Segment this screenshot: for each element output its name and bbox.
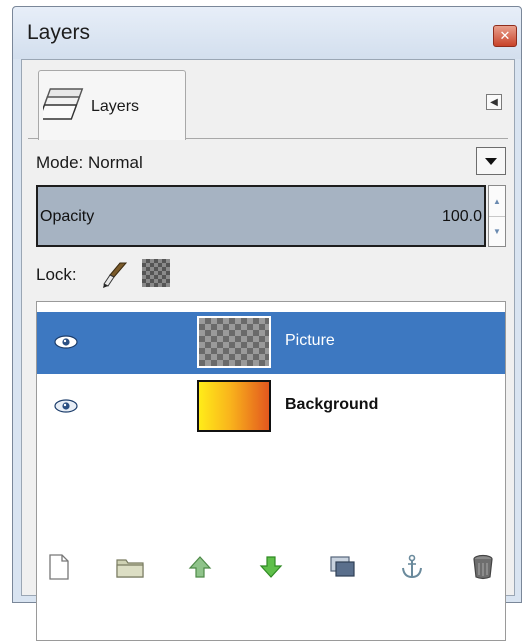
layer-thumbnail	[197, 316, 271, 368]
trash-icon	[473, 554, 493, 580]
lock-alpha-checker-icon[interactable]	[142, 259, 170, 287]
tab-layers[interactable]: Layers	[38, 70, 186, 140]
delete-layer-button[interactable]	[468, 552, 498, 582]
opacity-value: 100.0	[441, 208, 482, 225]
layer-row-picture[interactable]: Picture	[37, 312, 505, 374]
layers-list: Picture Background	[36, 301, 506, 641]
opacity-control: Opacity 100.0 ▲ ▼	[36, 185, 506, 247]
folder-icon	[116, 559, 144, 578]
opacity-fill	[38, 187, 484, 245]
arrow-up-icon	[188, 556, 212, 578]
spin-down-icon[interactable]: ▼	[489, 216, 505, 246]
eye-icon[interactable]	[53, 334, 79, 350]
title-bar[interactable]: Layers ✕	[13, 7, 521, 59]
close-icon: ✕	[499, 28, 511, 43]
tab-menu-button[interactable]: ◀	[486, 94, 502, 110]
layer-thumbnail	[197, 380, 271, 432]
tab-strip: Layers ◀	[22, 60, 514, 140]
dock-client-area: Layers ◀ Mode: Normal Opacity 100.0 ▲ ▼ …	[21, 59, 515, 641]
new-layer-icon	[49, 554, 69, 580]
lock-row: Lock:	[32, 251, 508, 295]
arrow-down-icon	[259, 556, 283, 578]
anchor-layer-button[interactable]	[397, 552, 427, 582]
mode-select[interactable]: Mode: Normal	[36, 153, 143, 173]
new-layer-group-button[interactable]	[115, 552, 145, 582]
spin-up-icon[interactable]: ▲	[489, 186, 505, 217]
layers-panel: Mode: Normal Opacity 100.0 ▲ ▼ Lock: Pic…	[32, 139, 508, 641]
new-layer-button[interactable]	[44, 552, 74, 582]
layers-stack-icon	[43, 88, 84, 120]
anchor-icon	[402, 554, 423, 579]
layers-toolbar	[36, 549, 506, 585]
lock-label: Lock:	[36, 265, 77, 284]
close-button[interactable]: ✕	[493, 25, 517, 47]
mode-row: Mode: Normal	[32, 139, 508, 183]
opacity-slider[interactable]: Opacity 100.0	[36, 185, 486, 247]
lock-pixels-brush-icon[interactable]	[100, 259, 130, 289]
mode-dropdown-button[interactable]	[476, 147, 506, 175]
duplicate-layer-icon	[330, 556, 355, 577]
duplicate-layer-button[interactable]	[327, 552, 357, 582]
triangle-left-icon: ◀	[490, 96, 498, 108]
layer-name: Background	[285, 396, 379, 413]
layer-row-background[interactable]: Background	[37, 376, 505, 438]
chevron-down-icon	[485, 157, 497, 165]
lower-layer-button[interactable]	[256, 552, 286, 582]
window-title: Layers	[27, 21, 91, 44]
tab-label: Layers	[91, 98, 140, 115]
eye-icon[interactable]	[53, 398, 79, 414]
opacity-spinner[interactable]: ▲ ▼	[488, 185, 506, 247]
opacity-label: Opacity	[40, 208, 95, 225]
raise-layer-button[interactable]	[185, 552, 215, 582]
layers-window: Layers ✕ Layers ◀ Mode: Normal Opacity 1…	[12, 6, 522, 641]
layer-name: Picture	[285, 332, 335, 349]
